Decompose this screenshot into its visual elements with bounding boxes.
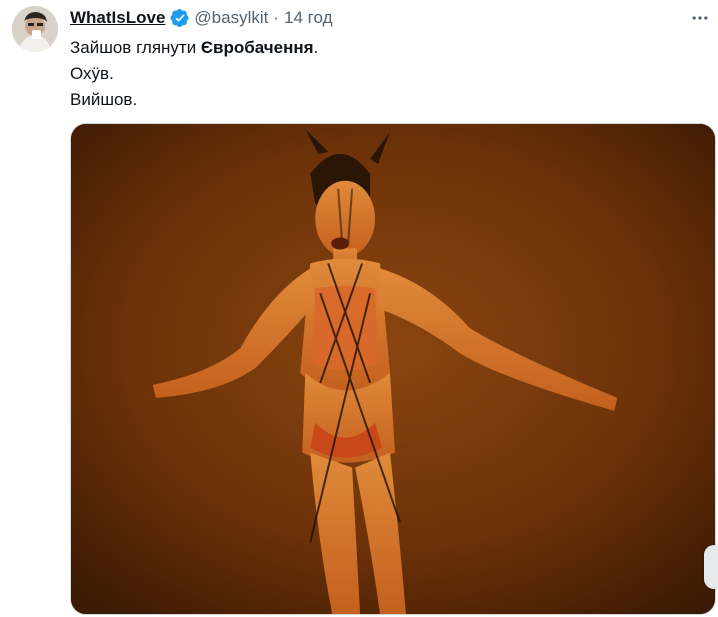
tweet-text-line-2: Охӱв. (70, 64, 114, 83)
author-name[interactable]: WhatIsLove (70, 8, 165, 28)
tweet-media-image[interactable] (70, 123, 716, 615)
author-handle[interactable]: @basylkit (194, 8, 268, 28)
tweet-text-line-1-bold: Євробачення (200, 38, 314, 57)
tweet-text-line-3: Вийшов. (70, 90, 138, 109)
tweet-text: Зайшов глянути Євробачення. Охӱв. Вийшов… (70, 35, 318, 113)
verified-badge-icon (170, 8, 190, 28)
header-separator: · (273, 8, 280, 27)
tweet-timestamp[interactable]: 14 год (284, 8, 332, 28)
tweet-text-line-1-prefix: Зайшов глянути (70, 38, 201, 57)
tweet-text-line-1: Зайшов глянути Євробачення. (70, 35, 318, 61)
media-side-control[interactable] (704, 545, 718, 589)
tweet-header: WhatIsLove @basylkit · 14 год (70, 6, 333, 30)
tweet-text-line-1-suffix: . (313, 38, 319, 57)
author-avatar[interactable] (12, 6, 58, 52)
more-icon[interactable] (688, 8, 712, 28)
